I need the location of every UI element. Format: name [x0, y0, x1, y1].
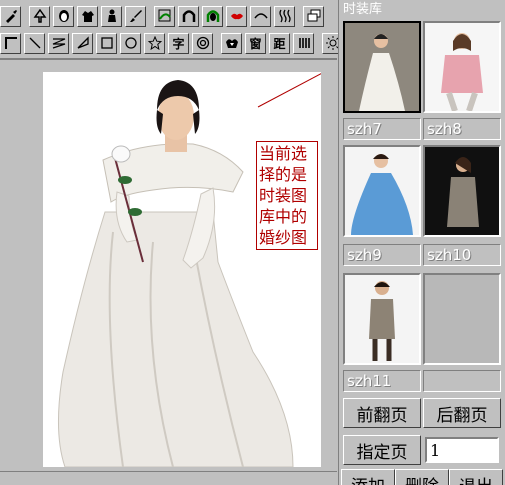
thumbnail-szh7[interactable]: [343, 21, 421, 113]
head-icon[interactable]: [202, 5, 223, 27]
zigzag-icon[interactable]: [48, 32, 69, 54]
next-page-button[interactable]: 后翻页: [423, 398, 501, 428]
thumbnail-szh8[interactable]: [423, 21, 501, 113]
page-number-input[interactable]: 1: [425, 437, 499, 463]
curve-select-icon[interactable]: [154, 5, 175, 27]
thumbnail-szh11[interactable]: [343, 273, 421, 365]
toolbar-top: [0, 4, 327, 28]
wave-icon[interactable]: [274, 5, 295, 27]
person-icon[interactable]: [101, 5, 122, 27]
note-line: 择的是: [259, 165, 308, 184]
thumbnail-label: szh11: [343, 370, 421, 392]
canvas-area: 当前选 择的是 时装图 库中的 婚纱图: [0, 58, 344, 485]
add-button[interactable]: 添加: [341, 469, 395, 485]
panel-title: 时装库: [343, 2, 383, 17]
thumbnail-image: [345, 147, 419, 235]
brush-icon[interactable]: [125, 5, 146, 27]
eyedropper-icon[interactable]: [0, 5, 21, 27]
lasso-icon[interactable]: [72, 32, 93, 54]
thumbnail-szh10[interactable]: [423, 145, 501, 237]
thumbnail-szh9[interactable]: [343, 145, 421, 237]
design-canvas[interactable]: [43, 61, 344, 468]
corner-icon[interactable]: [0, 32, 21, 54]
thumbnail-image: [345, 23, 419, 111]
note-line: 当前选: [259, 144, 308, 163]
line-icon[interactable]: [24, 32, 45, 54]
note-line: 库中的: [259, 207, 308, 226]
goto-page-button[interactable]: 指定页: [343, 435, 421, 465]
bars-icon[interactable]: [293, 32, 314, 54]
stamp-icon[interactable]: [221, 32, 242, 54]
thumbnail-label: szh9: [343, 244, 421, 266]
arc-icon[interactable]: [250, 5, 271, 27]
rectangle-icon[interactable]: [96, 32, 117, 54]
wedding-dress-figure: [58, 61, 344, 468]
thumbnail-empty[interactable]: [423, 273, 501, 365]
lips-icon[interactable]: [226, 5, 247, 27]
window-tool-button[interactable]: 窗: [245, 32, 266, 54]
exit-button[interactable]: 退出: [449, 469, 503, 485]
thumbnail-image: [425, 23, 499, 111]
face-icon[interactable]: [53, 5, 74, 27]
thumbnail-label: szh7: [343, 118, 421, 140]
target-icon[interactable]: [192, 32, 213, 54]
delete-button[interactable]: 删除: [395, 469, 449, 485]
distance-tool-button[interactable]: 距: [269, 32, 290, 54]
text-tool-button[interactable]: 字: [168, 32, 189, 54]
circle-icon[interactable]: [120, 32, 141, 54]
note-line: 时装图: [259, 186, 308, 205]
note-line: 婚纱图: [259, 228, 308, 247]
layers-icon[interactable]: [303, 5, 324, 27]
fashion-library-panel: 时装库 szh7 szh8 szh9 szh10 szh11 前翻页 后翻页 指…: [338, 0, 505, 485]
horizontal-scrollbar[interactable]: [0, 471, 337, 485]
thumbnail-label: szh10: [423, 244, 501, 266]
thumbnail-image: [345, 275, 419, 363]
toolbar-drawing: 字 窗 距: [0, 31, 346, 55]
selection-note: 当前选 择的是 时装图 库中的 婚纱图: [256, 141, 318, 250]
shirt-icon[interactable]: [77, 5, 98, 27]
star-icon[interactable]: [144, 32, 165, 54]
arch-icon[interactable]: [178, 5, 199, 27]
tree-icon[interactable]: [29, 5, 50, 27]
thumbnail-label: [423, 370, 501, 392]
prev-page-button[interactable]: 前翻页: [343, 398, 421, 428]
thumbnail-label: szh8: [423, 118, 501, 140]
thumbnail-image: [425, 147, 499, 235]
